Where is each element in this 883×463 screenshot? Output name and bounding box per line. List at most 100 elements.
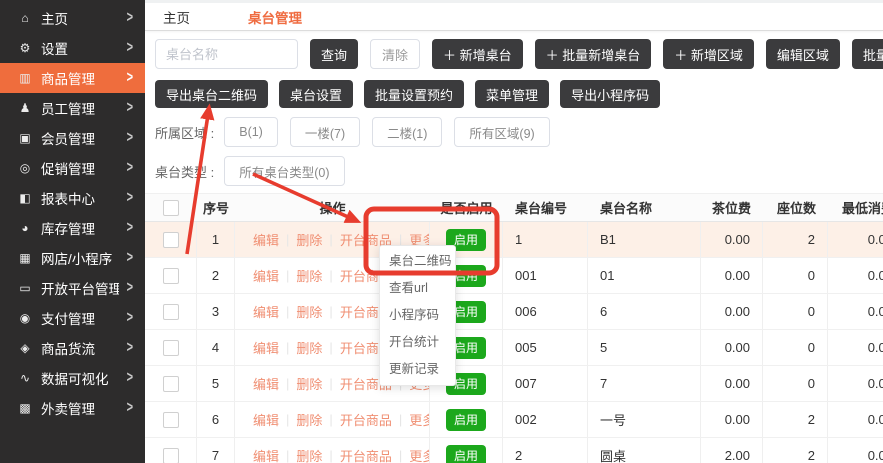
table-row: 1 编辑| 删除| 开台商品| 更多∨ 启用 1 B1 0.00 2 0.00 <box>145 222 883 258</box>
chevron-right-icon: > <box>127 70 133 87</box>
dropdown-item[interactable]: 查看url <box>380 275 455 302</box>
cell-index: 1 <box>197 222 235 257</box>
cell-tea-fee: 0.00 <box>701 330 763 365</box>
type-filter-row: 桌台类型 : 所有桌台类型(0) <box>155 156 883 186</box>
row-checkbox[interactable] <box>163 268 179 284</box>
area-filter-chip[interactable]: B(1) <box>224 117 278 147</box>
sidebar-item[interactable]: ▩ 外卖管理 > <box>0 393 145 423</box>
sidebar-item[interactable]: ∿ 数据可视化 > <box>0 363 145 393</box>
edit-link[interactable]: 编辑 <box>253 446 279 463</box>
row-checkbox[interactable] <box>163 304 179 320</box>
sidebar-item-label: 商品管理 <box>41 68 119 88</box>
more-link[interactable]: 更多∨ <box>409 410 430 429</box>
open-products-link[interactable]: 开台商品 <box>340 446 392 463</box>
cell-table-name: 5 <box>588 330 701 365</box>
area-filter-chip[interactable]: 二楼(1) <box>372 117 442 147</box>
tab[interactable]: 主页 <box>163 7 190 27</box>
dropdown-item[interactable]: 小程序码 <box>380 302 455 329</box>
cell-tea-fee: 0.00 <box>701 294 763 329</box>
sidebar-item[interactable]: ⌂ 主页 > <box>0 3 145 33</box>
sidebar-item-label: 设置 <box>41 38 119 58</box>
table-row: 3 编辑| 删除| 开台商品| 更多∨ 启用 006 6 0.00 0 0.00 <box>145 294 883 330</box>
chevron-right-icon: > <box>127 250 133 267</box>
sidebar-item[interactable]: ◕ 库存管理 > <box>0 213 145 243</box>
batch-add-table-button[interactable]: ＋ 批量新增桌台 <box>535 39 652 69</box>
cell-table-name: 7 <box>588 366 701 401</box>
add-table-button[interactable]: ＋ 新增桌台 <box>432 39 523 69</box>
area-filter-chip[interactable]: 一楼(7) <box>290 117 360 147</box>
dropdown-item[interactable]: 桌台二维码 <box>380 248 455 275</box>
row-checkbox[interactable] <box>163 376 179 392</box>
chevron-right-icon: > <box>127 190 133 207</box>
chevron-right-icon: > <box>127 370 133 387</box>
menu-manage-button[interactable]: 菜单管理 <box>475 80 549 108</box>
edit-link[interactable]: 编辑 <box>253 410 279 429</box>
sidebar-item[interactable]: ♟ 员工管理 > <box>0 93 145 123</box>
delete-link[interactable]: 删除 <box>296 302 322 321</box>
clear-button[interactable]: 清除 <box>370 39 420 69</box>
edit-area-button[interactable]: 编辑区域 <box>766 39 840 69</box>
edit-link[interactable]: 编辑 <box>253 338 279 357</box>
more-link[interactable]: 更多∨ <box>409 446 430 463</box>
cell-seats: 0 <box>763 258 828 293</box>
staff-icon: ♟ <box>17 101 33 115</box>
search-input[interactable] <box>155 39 298 69</box>
sidebar-item[interactable]: ▣ 会员管理 > <box>0 123 145 153</box>
sidebar-item[interactable]: ◈ 商品货流 > <box>0 333 145 363</box>
open-products-link[interactable]: 开台商品 <box>340 410 392 429</box>
dropdown-item[interactable]: 开台统计 <box>380 329 455 356</box>
table-settings-button[interactable]: 桌台设置 <box>279 80 353 108</box>
row-checkbox[interactable] <box>163 232 179 248</box>
export-table-qrcode-button[interactable]: 导出桌台二维码 <box>155 80 268 108</box>
sidebar-item[interactable]: ▥ 商品管理 > <box>0 63 145 93</box>
table-body: 1 编辑| 删除| 开台商品| 更多∨ 启用 1 B1 0.00 2 0.00 <box>145 222 883 463</box>
cell-min-spend: 0.00 <box>828 222 883 257</box>
edit-link[interactable]: 编辑 <box>253 266 279 285</box>
area-filter-chip[interactable]: 所有区域(9) <box>454 117 549 147</box>
sidebar-item[interactable]: ▦ 网店/小程序 > <box>0 243 145 273</box>
add-area-button[interactable]: ＋ 新增区域 <box>663 39 754 69</box>
cell-table-no: 001 <box>503 258 588 293</box>
enable-button[interactable]: 启用 <box>446 409 486 431</box>
header-min-spend: 最低消费 <box>828 194 883 221</box>
sidebar-item-label: 报表中心 <box>41 188 119 208</box>
main-content: 主页 桌台管理 查询 清除 ＋ 新增桌台 ＋ 批量新增桌台 ＋ 新增区域 编辑区域… <box>145 0 883 463</box>
dropdown-item[interactable]: 更新记录 <box>380 356 455 383</box>
row-checkbox[interactable] <box>163 412 179 428</box>
sidebar-item[interactable]: ▭ 开放平台管理 > <box>0 273 145 303</box>
edit-link[interactable]: 编辑 <box>253 302 279 321</box>
row-checkbox[interactable] <box>163 340 179 356</box>
select-all-checkbox[interactable] <box>163 200 179 216</box>
edit-link[interactable]: 编辑 <box>253 230 279 249</box>
type-filter-chip[interactable]: 所有桌台类型(0) <box>224 156 344 186</box>
delete-link[interactable]: 删除 <box>296 446 322 463</box>
cell-table-name: 圆桌 <box>588 438 701 463</box>
cell-table-name: B1 <box>588 222 701 257</box>
sidebar-item-label: 促销管理 <box>41 158 119 178</box>
sidebar-item[interactable]: ◎ 促销管理 > <box>0 153 145 183</box>
sidebar-item[interactable]: ◧ 报表中心 > <box>0 183 145 213</box>
cell-min-spend: 0.00 <box>828 402 883 437</box>
cell-tea-fee: 0.00 <box>701 258 763 293</box>
edit-link[interactable]: 编辑 <box>253 374 279 393</box>
delete-link[interactable]: 删除 <box>296 266 322 285</box>
query-button[interactable]: 查询 <box>310 39 358 69</box>
sidebar-item[interactable]: ◉ 支付管理 > <box>0 303 145 333</box>
batch-reservation-button[interactable]: 批量设置预约 <box>364 80 464 108</box>
delete-link[interactable]: 删除 <box>296 338 322 357</box>
enable-button[interactable]: 启用 <box>446 445 486 463</box>
delete-link[interactable]: 删除 <box>296 230 322 249</box>
delete-link[interactable]: 删除 <box>296 374 322 393</box>
area-filter-label: 所属区域 : <box>155 123 214 142</box>
cell-table-name: 6 <box>588 294 701 329</box>
header-actions: 操作 <box>235 194 430 221</box>
sidebar-item[interactable]: ⚙ 设置 > <box>0 33 145 63</box>
export-mini-program-button[interactable]: 导出小程序码 <box>560 80 660 108</box>
row-checkbox[interactable] <box>163 448 179 463</box>
cell-index: 5 <box>197 366 235 401</box>
chevron-right-icon: > <box>127 40 133 57</box>
cell-tea-fee: 0.00 <box>701 402 763 437</box>
delete-link[interactable]: 删除 <box>296 410 322 429</box>
batch-delete-button[interactable]: 批量删除 <box>852 39 883 69</box>
tab[interactable]: 桌台管理 <box>248 7 302 27</box>
